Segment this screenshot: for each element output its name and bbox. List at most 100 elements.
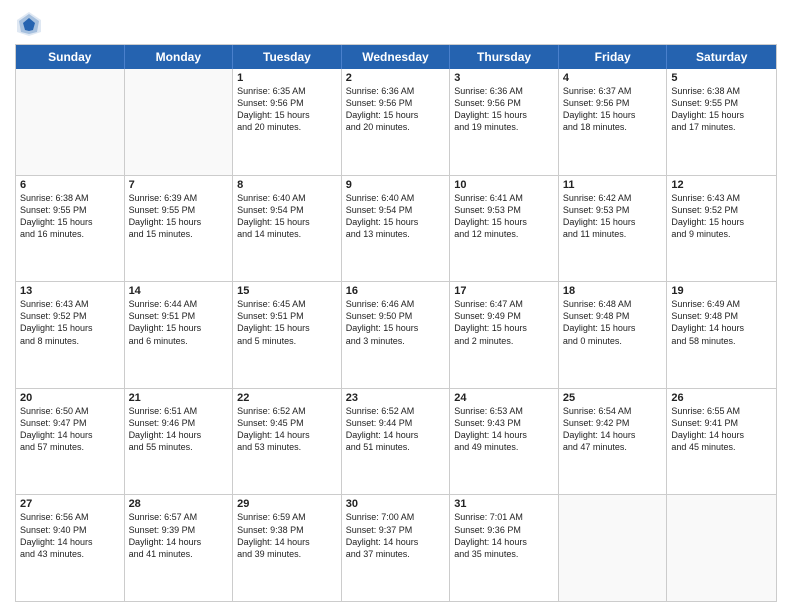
calendar-cell: 31Sunrise: 7:01 AMSunset: 9:36 PMDayligh…	[450, 495, 559, 601]
cell-line: Sunset: 9:56 PM	[563, 97, 663, 109]
weekday-header: Saturday	[667, 45, 776, 69]
cell-line: Sunrise: 6:45 AM	[237, 298, 337, 310]
cell-line: Sunrise: 6:48 AM	[563, 298, 663, 310]
cell-line: Sunset: 9:51 PM	[129, 310, 229, 322]
logo	[15, 10, 47, 38]
day-number: 7	[129, 179, 229, 191]
cell-line: Sunrise: 6:49 AM	[671, 298, 772, 310]
cell-line: Daylight: 14 hours	[454, 429, 554, 441]
calendar-header: SundayMondayTuesdayWednesdayThursdayFrid…	[16, 45, 776, 69]
cell-line: and 19 minutes.	[454, 121, 554, 133]
day-number: 6	[20, 179, 120, 191]
cell-line: and 51 minutes.	[346, 441, 446, 453]
cell-line: Daylight: 15 hours	[454, 109, 554, 121]
calendar-cell	[16, 69, 125, 175]
cell-line: and 15 minutes.	[129, 228, 229, 240]
cell-line: Sunrise: 6:44 AM	[129, 298, 229, 310]
cell-line: Daylight: 14 hours	[671, 322, 772, 334]
calendar-cell: 17Sunrise: 6:47 AMSunset: 9:49 PMDayligh…	[450, 282, 559, 388]
cell-line: Daylight: 15 hours	[346, 216, 446, 228]
cell-line: Sunset: 9:48 PM	[671, 310, 772, 322]
weekday-header: Tuesday	[233, 45, 342, 69]
day-number: 22	[237, 392, 337, 404]
cell-line: Sunset: 9:40 PM	[20, 524, 120, 536]
header	[15, 10, 777, 38]
cell-line: Sunset: 9:56 PM	[237, 97, 337, 109]
cell-line: Sunrise: 6:47 AM	[454, 298, 554, 310]
cell-line: Sunrise: 6:43 AM	[671, 192, 772, 204]
cell-line: and 5 minutes.	[237, 335, 337, 347]
cell-line: and 47 minutes.	[563, 441, 663, 453]
weekday-header: Monday	[125, 45, 234, 69]
calendar-cell: 11Sunrise: 6:42 AMSunset: 9:53 PMDayligh…	[559, 176, 668, 282]
cell-line: Daylight: 15 hours	[671, 216, 772, 228]
cell-line: Sunset: 9:42 PM	[563, 417, 663, 429]
calendar-row: 6Sunrise: 6:38 AMSunset: 9:55 PMDaylight…	[16, 175, 776, 282]
day-number: 11	[563, 179, 663, 191]
cell-line: Sunset: 9:39 PM	[129, 524, 229, 536]
calendar-cell: 1Sunrise: 6:35 AMSunset: 9:56 PMDaylight…	[233, 69, 342, 175]
cell-line: Sunset: 9:44 PM	[346, 417, 446, 429]
day-number: 4	[563, 72, 663, 84]
cell-line: Sunrise: 6:56 AM	[20, 511, 120, 523]
cell-line: and 8 minutes.	[20, 335, 120, 347]
calendar-page: SundayMondayTuesdayWednesdayThursdayFrid…	[0, 0, 792, 612]
day-number: 26	[671, 392, 772, 404]
calendar-cell: 5Sunrise: 6:38 AMSunset: 9:55 PMDaylight…	[667, 69, 776, 175]
cell-line: Sunrise: 7:00 AM	[346, 511, 446, 523]
logo-icon	[15, 10, 43, 38]
cell-line: Daylight: 15 hours	[346, 109, 446, 121]
cell-line: Sunrise: 6:50 AM	[20, 405, 120, 417]
day-number: 24	[454, 392, 554, 404]
calendar-cell: 2Sunrise: 6:36 AMSunset: 9:56 PMDaylight…	[342, 69, 451, 175]
day-number: 17	[454, 285, 554, 297]
day-number: 8	[237, 179, 337, 191]
cell-line: Sunrise: 6:59 AM	[237, 511, 337, 523]
cell-line: Sunset: 9:52 PM	[20, 310, 120, 322]
cell-line: Daylight: 15 hours	[129, 322, 229, 334]
day-number: 30	[346, 498, 446, 510]
cell-line: Daylight: 15 hours	[563, 216, 663, 228]
day-number: 14	[129, 285, 229, 297]
calendar-cell: 10Sunrise: 6:41 AMSunset: 9:53 PMDayligh…	[450, 176, 559, 282]
cell-line: Sunrise: 6:42 AM	[563, 192, 663, 204]
cell-line: Sunrise: 6:57 AM	[129, 511, 229, 523]
day-number: 29	[237, 498, 337, 510]
calendar-cell: 25Sunrise: 6:54 AMSunset: 9:42 PMDayligh…	[559, 389, 668, 495]
cell-line: Daylight: 14 hours	[237, 429, 337, 441]
calendar-cell	[125, 69, 234, 175]
cell-line: and 17 minutes.	[671, 121, 772, 133]
day-number: 13	[20, 285, 120, 297]
cell-line: Sunrise: 6:40 AM	[237, 192, 337, 204]
calendar-cell: 29Sunrise: 6:59 AMSunset: 9:38 PMDayligh…	[233, 495, 342, 601]
weekday-header: Friday	[559, 45, 668, 69]
calendar-row: 20Sunrise: 6:50 AMSunset: 9:47 PMDayligh…	[16, 388, 776, 495]
day-number: 19	[671, 285, 772, 297]
cell-line: and 35 minutes.	[454, 548, 554, 560]
cell-line: Sunset: 9:51 PM	[237, 310, 337, 322]
cell-line: Sunrise: 6:54 AM	[563, 405, 663, 417]
cell-line: and 9 minutes.	[671, 228, 772, 240]
cell-line: Sunrise: 6:37 AM	[563, 85, 663, 97]
day-number: 28	[129, 498, 229, 510]
cell-line: and 45 minutes.	[671, 441, 772, 453]
cell-line: Daylight: 14 hours	[20, 429, 120, 441]
calendar-cell: 4Sunrise: 6:37 AMSunset: 9:56 PMDaylight…	[559, 69, 668, 175]
calendar-row: 13Sunrise: 6:43 AMSunset: 9:52 PMDayligh…	[16, 281, 776, 388]
calendar-cell: 24Sunrise: 6:53 AMSunset: 9:43 PMDayligh…	[450, 389, 559, 495]
cell-line: Daylight: 15 hours	[454, 322, 554, 334]
cell-line: and 0 minutes.	[563, 335, 663, 347]
calendar-cell: 18Sunrise: 6:48 AMSunset: 9:48 PMDayligh…	[559, 282, 668, 388]
cell-line: Sunrise: 6:40 AM	[346, 192, 446, 204]
calendar-cell: 23Sunrise: 6:52 AMSunset: 9:44 PMDayligh…	[342, 389, 451, 495]
day-number: 27	[20, 498, 120, 510]
day-number: 12	[671, 179, 772, 191]
cell-line: Sunrise: 6:36 AM	[454, 85, 554, 97]
cell-line: Sunset: 9:46 PM	[129, 417, 229, 429]
cell-line: Daylight: 15 hours	[20, 322, 120, 334]
cell-line: and 57 minutes.	[20, 441, 120, 453]
cell-line: and 55 minutes.	[129, 441, 229, 453]
calendar-cell: 20Sunrise: 6:50 AMSunset: 9:47 PMDayligh…	[16, 389, 125, 495]
cell-line: and 13 minutes.	[346, 228, 446, 240]
calendar-cell: 3Sunrise: 6:36 AMSunset: 9:56 PMDaylight…	[450, 69, 559, 175]
